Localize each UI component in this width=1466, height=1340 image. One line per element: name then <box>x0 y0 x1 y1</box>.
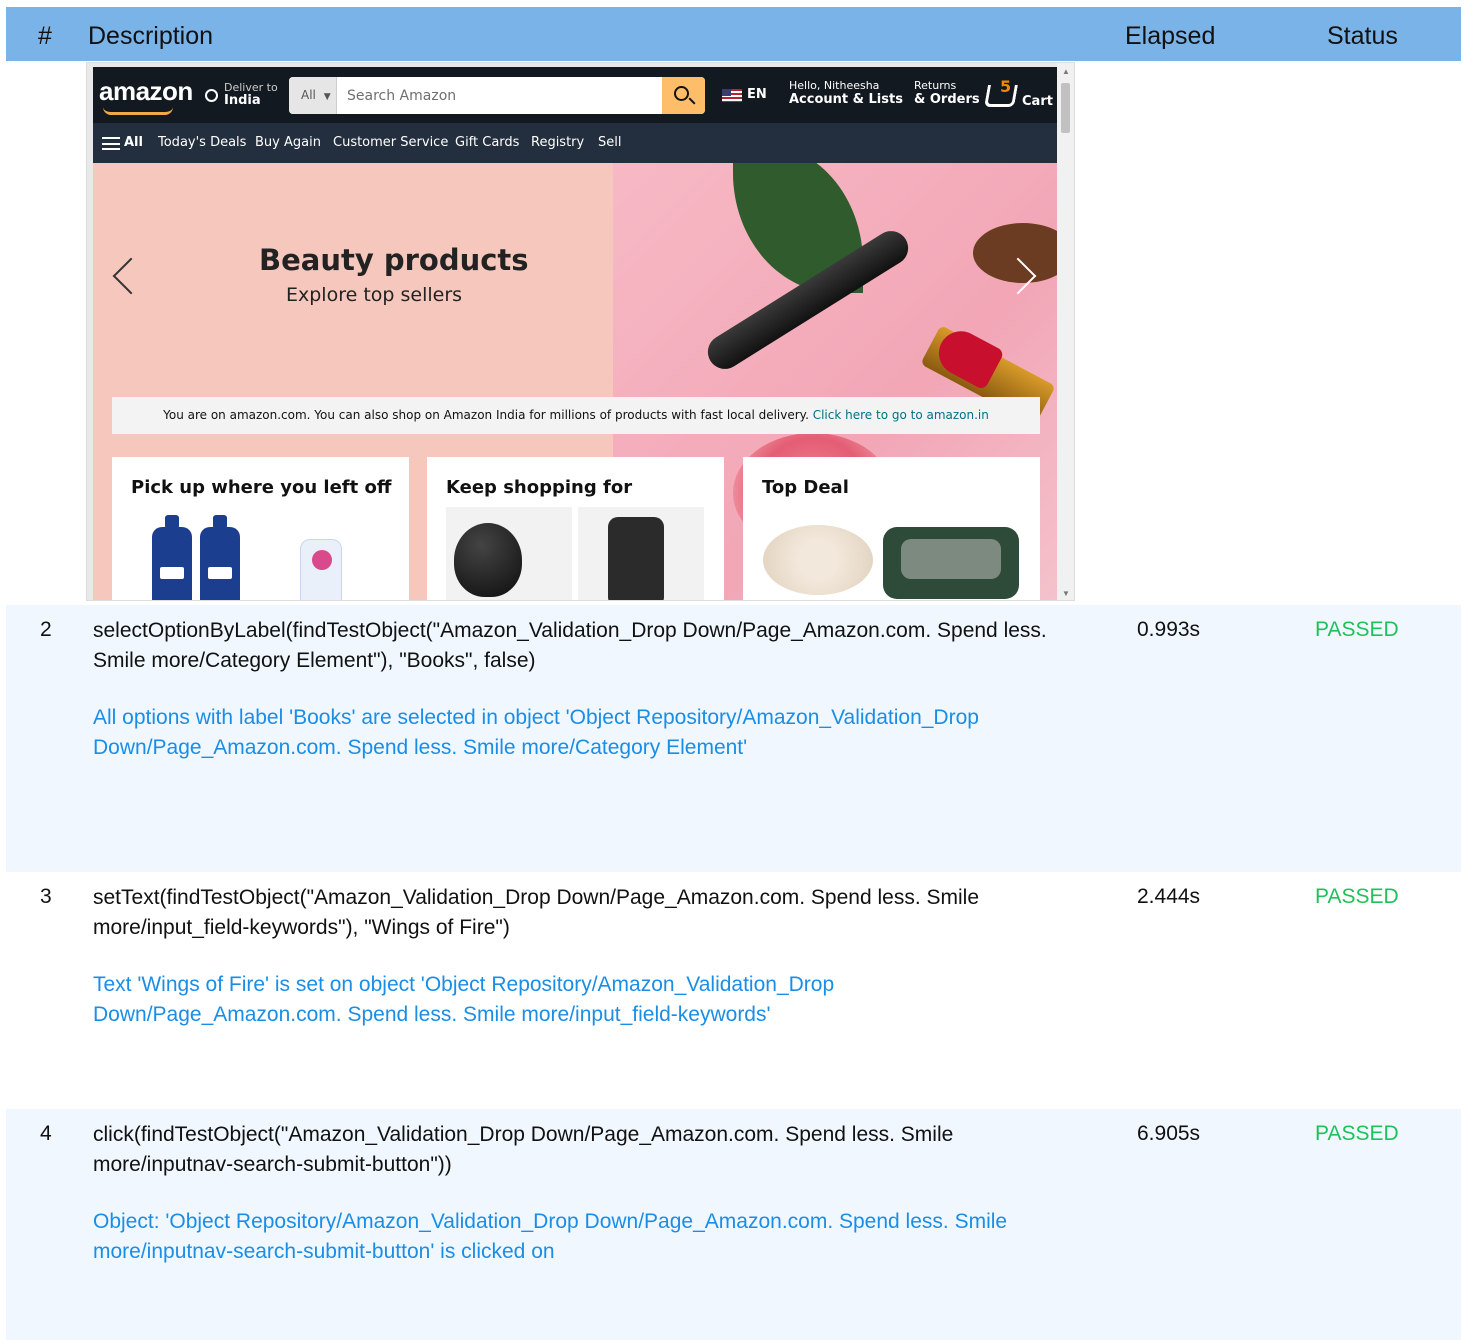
language-label: EN <box>747 87 767 102</box>
screenshot-scrollbar[interactable]: ▲ ▼ <box>1057 63 1074 600</box>
card-title: Top Deal <box>762 477 849 498</box>
column-header-description: Description <box>88 22 214 50</box>
step-screenshot: amazon Deliver to India All ▼ EN Hello, … <box>86 62 1075 601</box>
scroll-down-icon[interactable]: ▼ <box>1062 589 1070 598</box>
account-greeting: Hello, Nitheesha <box>789 79 880 92</box>
search-category-label: All <box>301 88 316 102</box>
step-description: selectOptionByLabel(findTestObject("Amaz… <box>93 619 1047 672</box>
nav-item-customer-service[interactable]: Customer Service <box>333 135 448 150</box>
stroller-image <box>608 517 664 600</box>
step-elapsed: 6.905s <box>1137 1122 1201 1145</box>
amazon-smile-icon <box>103 107 173 115</box>
us-flag-icon <box>722 89 742 102</box>
region-notice: You are on amazon.com. You can also shop… <box>112 397 1040 434</box>
cart-label: Cart <box>1022 94 1053 109</box>
search-input[interactable] <box>341 77 651 114</box>
amazon-logo[interactable]: amazon <box>99 76 193 107</box>
nav-item-registry[interactable]: Registry <box>531 135 584 150</box>
step-message: Object: 'Object Repository/Amazon_Valida… <box>93 1210 1008 1263</box>
search-bar: All ▼ <box>289 77 705 114</box>
hero-title: Beauty products <box>259 243 529 277</box>
report-table-header: # Description Elapsed Status <box>6 7 1461 61</box>
step-message: All options with label 'Books' are selec… <box>93 706 979 759</box>
amazon-nav-bar: amazon Deliver to India All ▼ EN Hello, … <box>93 67 1059 123</box>
nav-item-gift-cards[interactable]: Gift Cards <box>455 135 519 150</box>
step-status: PASSED <box>1315 618 1399 641</box>
account-lists-label: Account & Lists <box>789 92 903 107</box>
returns-orders[interactable]: Returns & Orders <box>914 79 980 107</box>
returns-label: Returns <box>914 79 957 92</box>
scroll-up-icon[interactable]: ▲ <box>1062 67 1070 76</box>
step-description: click(findTestObject("Amazon_Validation_… <box>93 1123 954 1176</box>
amazon-sub-nav: All Today's Deals Buy Again Customer Ser… <box>93 123 1059 163</box>
step-description: setText(findTestObject("Amazon_Validatio… <box>93 886 979 939</box>
step-row: 3 setText(findTestObject("Amazon_Validat… <box>6 872 1461 1109</box>
account-lists[interactable]: Hello, Nitheesha Account & Lists <box>789 79 903 107</box>
hero-subtitle: Explore top sellers <box>286 284 463 306</box>
column-header-elapsed: Elapsed <box>1125 22 1216 50</box>
nivea-bottle-image[interactable] <box>152 515 192 600</box>
step-status: PASSED <box>1315 885 1399 908</box>
step-number: 4 <box>40 1122 52 1145</box>
search-icon <box>674 86 689 101</box>
card-title: Pick up where you left off <box>131 477 392 498</box>
nav-item-sell[interactable]: Sell <box>598 135 621 150</box>
location-pin-icon <box>205 89 218 102</box>
step-number: 3 <box>40 885 52 908</box>
column-header-status: Status <box>1327 22 1398 50</box>
nav-item-all[interactable]: All <box>124 135 143 150</box>
pet-bed-image[interactable] <box>763 525 873 595</box>
amazon-in-link[interactable]: Click here to go to amazon.in <box>813 408 989 422</box>
product-tile-mouse[interactable] <box>446 507 572 600</box>
nav-item-buy-again[interactable]: Buy Again <box>255 135 321 150</box>
orders-label: & Orders <box>914 92 980 107</box>
deliver-location: India <box>224 93 261 108</box>
cart-button[interactable]: 5 Cart <box>984 77 1056 115</box>
nivea-bottle-image[interactable] <box>200 515 240 600</box>
card-title: Keep shopping for <box>446 477 633 498</box>
search-submit-button[interactable] <box>662 77 705 114</box>
card-pick-up[interactable]: Pick up where you left off <box>112 457 409 600</box>
hamburger-menu-icon[interactable] <box>102 137 120 150</box>
card-keep-shopping[interactable]: Keep shopping for <box>427 457 724 600</box>
column-header-number: # <box>38 22 52 50</box>
lotion-bottle-image[interactable] <box>300 539 342 600</box>
card-top-deal[interactable]: Top Deal <box>743 457 1040 600</box>
hero-banner: Beauty products Explore top sellers You … <box>93 163 1059 600</box>
mouse-image <box>454 523 522 597</box>
step-elapsed: 2.444s <box>1137 885 1201 908</box>
step-message: Text 'Wings of Fire' is set on object 'O… <box>93 973 835 1026</box>
region-notice-text: You are on amazon.com. You can also shop… <box>163 408 809 422</box>
amazon-page: amazon Deliver to India All ▼ EN Hello, … <box>93 67 1059 600</box>
caret-down-icon: ▼ <box>323 92 331 102</box>
cart-count: 5 <box>1000 77 1012 96</box>
step-row: 2 selectOptionByLabel(findTestObject("Am… <box>6 605 1461 872</box>
carousel-prev-icon[interactable] <box>112 257 150 295</box>
step-row: 4 click(findTestObject("Amazon_Validatio… <box>6 1109 1461 1340</box>
pet-bed-image[interactable] <box>883 527 1019 599</box>
step-status: PASSED <box>1315 1122 1399 1145</box>
step-elapsed: 0.993s <box>1137 618 1201 641</box>
step-number: 2 <box>40 618 52 641</box>
product-tile-stroller[interactable] <box>578 507 704 600</box>
search-category-dropdown[interactable]: All ▼ <box>289 77 337 114</box>
scroll-thumb[interactable] <box>1061 83 1070 133</box>
nav-item-todays-deals[interactable]: Today's Deals <box>158 135 246 150</box>
